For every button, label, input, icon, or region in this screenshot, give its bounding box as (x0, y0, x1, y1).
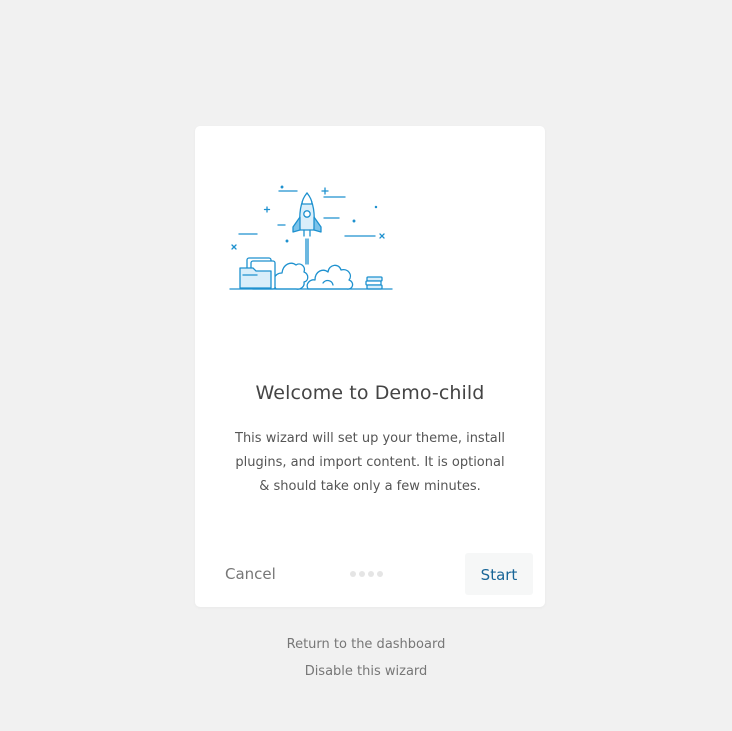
cancel-button[interactable]: Cancel (212, 553, 289, 595)
step-dot (368, 571, 374, 577)
return-dashboard-link[interactable]: Return to the dashboard (0, 636, 732, 663)
wizard-footer: Cancel Start (195, 553, 545, 595)
step-progress-dots (350, 571, 383, 577)
step-dot (350, 571, 356, 577)
disable-wizard-link[interactable]: Disable this wizard (0, 663, 732, 690)
footer-links: Return to the dashboard Disable this wiz… (0, 636, 732, 690)
wizard-description: This wizard will set up your theme, inst… (235, 431, 505, 494)
rocket-launch-illustration (229, 185, 393, 290)
step-dot (359, 571, 365, 577)
start-button[interactable]: Start (465, 553, 533, 595)
step-dot (377, 571, 383, 577)
wizard-card: Welcome to Demo-child This wizard will s… (195, 126, 545, 607)
wizard-title: Welcome to Demo-child (255, 382, 485, 404)
